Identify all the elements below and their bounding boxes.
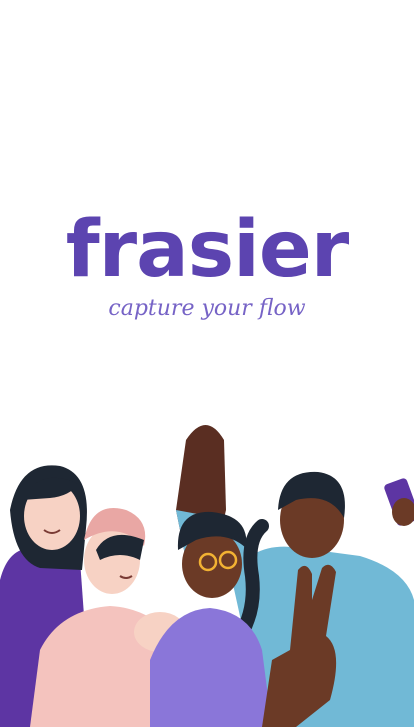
app-tagline: capture your flow xyxy=(108,296,306,321)
group-selfie-illustration xyxy=(0,425,414,727)
app-wordmark: frasier xyxy=(65,205,350,295)
logo-block: frasier capture your flow xyxy=(0,210,414,321)
